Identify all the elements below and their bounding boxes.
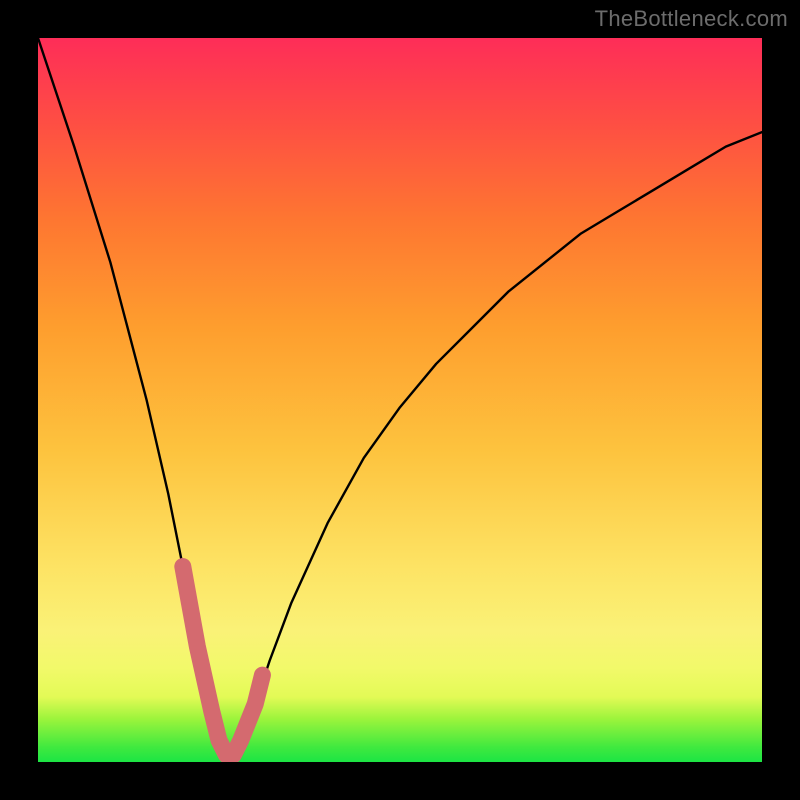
chart-frame: TheBottleneck.com — [0, 0, 800, 800]
plot-area — [38, 38, 762, 762]
curve-layer — [38, 38, 762, 762]
watermark-text: TheBottleneck.com — [595, 6, 788, 32]
target-highlight-path — [183, 567, 263, 755]
bottleneck-curve-path — [38, 38, 762, 755]
